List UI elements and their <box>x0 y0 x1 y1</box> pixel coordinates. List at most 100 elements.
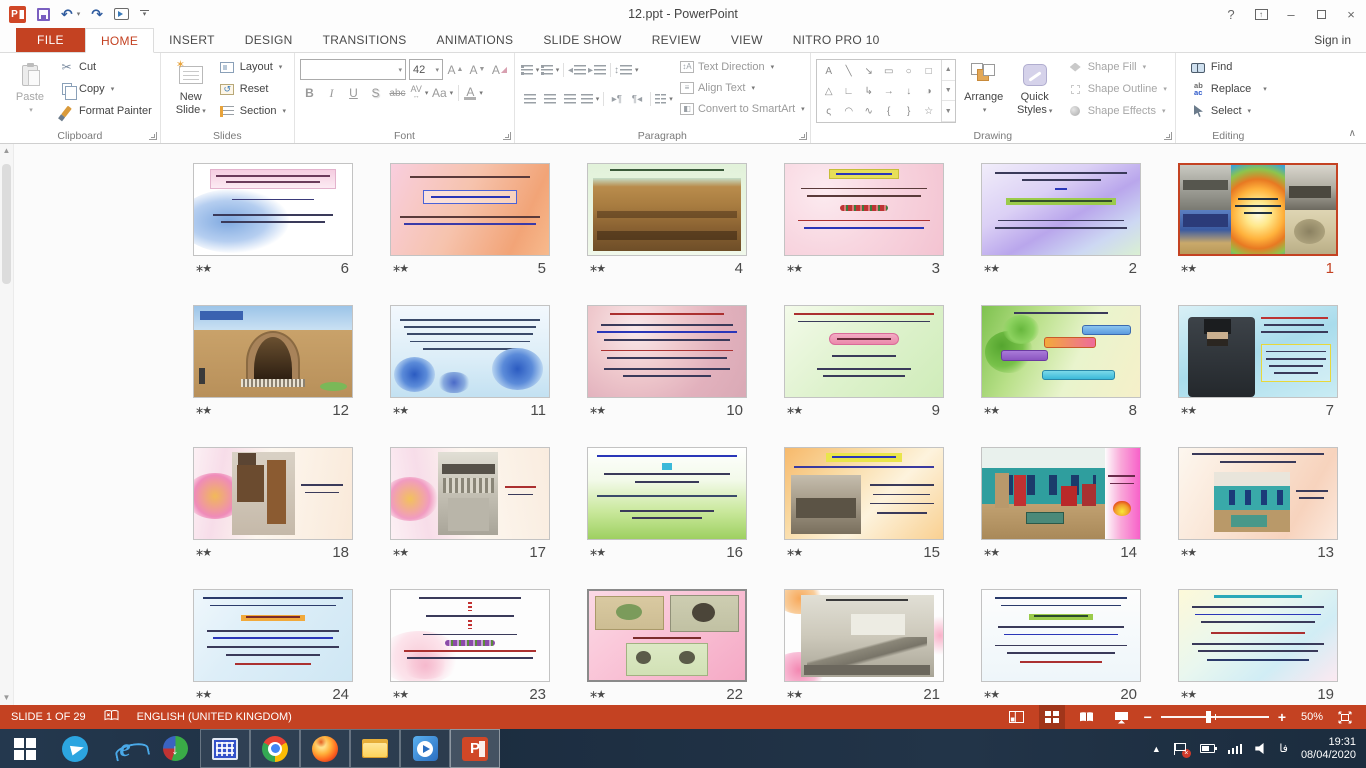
shapes-scroll-up-icon[interactable]: ▲ <box>942 60 955 81</box>
taskbar-chrome[interactable] <box>250 729 300 768</box>
customize-qat-icon[interactable]: ▾ <box>140 10 149 19</box>
help-button[interactable]: ? <box>1216 0 1246 28</box>
clock[interactable]: 19:31 08/04/2020 <box>1301 736 1356 762</box>
quick-styles-button[interactable]: Quick Styles▾ <box>1012 56 1058 127</box>
slide-thumbnail-15[interactable]: ∗★15 <box>784 447 944 589</box>
section-button[interactable]: Section▾ <box>216 100 289 122</box>
slide-thumbnail-6[interactable]: ∗★6 <box>193 163 353 305</box>
clear-formatting-button[interactable]: A◢ <box>490 60 509 80</box>
animation-indicator-icon[interactable]: ∗★ <box>392 546 407 559</box>
slide-thumbnail-20[interactable]: ∗★20 <box>981 589 1141 705</box>
ribbon-display-options-button[interactable]: ↑ <box>1246 0 1276 28</box>
taskbar-file-explorer[interactable] <box>350 729 400 768</box>
paragraph-dialog-launcher[interactable] <box>799 132 807 140</box>
font-color-button[interactable]: A▾ <box>464 83 483 103</box>
shape-effects-button[interactable]: Shape Effects▾ <box>1064 100 1170 122</box>
save-icon[interactable] <box>37 8 50 21</box>
slide-thumbnail-19[interactable]: ∗★19 <box>1178 589 1338 705</box>
volume-icon[interactable] <box>1255 743 1266 754</box>
shape-glyph[interactable]: ς <box>819 101 839 121</box>
shapes-more-icon[interactable]: ▼ <box>942 101 955 122</box>
tab-animations[interactable]: ANIMATIONS <box>422 28 529 52</box>
align-left-button[interactable] <box>520 89 540 109</box>
scrollbar-thumb[interactable] <box>2 164 11 284</box>
shape-glyph[interactable]: △ <box>819 81 839 101</box>
animation-indicator-icon[interactable]: ∗★ <box>195 688 210 701</box>
animation-indicator-icon[interactable]: ∗★ <box>392 262 407 275</box>
animation-indicator-icon[interactable]: ∗★ <box>786 688 801 701</box>
slide-thumbnail-11[interactable]: ∗★11 <box>390 305 550 447</box>
font-size-combo[interactable]: 42▾ <box>409 59 443 80</box>
strikethrough-button[interactable]: abc <box>388 83 407 103</box>
new-slide-button[interactable]: New Slide▾ <box>166 56 216 127</box>
columns-button[interactable]: ▾ <box>654 89 674 109</box>
undo-dropdown-icon[interactable]: ▾ <box>77 10 81 18</box>
arrange-button[interactable]: Arrange ▾ <box>956 56 1012 127</box>
align-center-button[interactable] <box>540 89 560 109</box>
tab-insert[interactable]: INSERT <box>154 28 230 52</box>
slide-thumbnail-1[interactable]: ∗★1 <box>1178 163 1338 305</box>
taskbar-telegram[interactable] <box>50 729 100 768</box>
normal-view-button[interactable] <box>1004 705 1030 729</box>
slide-show-button[interactable] <box>1109 705 1135 729</box>
animation-indicator-icon[interactable]: ∗★ <box>392 404 407 417</box>
bold-button[interactable]: B <box>300 83 319 103</box>
slide-thumbnail-10[interactable]: ∗★10 <box>587 305 747 447</box>
undo-icon[interactable]: ↶ <box>61 7 73 21</box>
shape-fill-button[interactable]: Shape Fill▾ <box>1064 56 1170 78</box>
close-button[interactable]: × <box>1336 0 1366 28</box>
taskbar-media-player[interactable] <box>400 729 450 768</box>
font-dialog-launcher[interactable] <box>503 132 511 140</box>
layout-button[interactable]: Layout▾ <box>216 56 289 78</box>
slide-thumbnail-16[interactable]: ∗★16 <box>587 447 747 589</box>
shape-glyph[interactable]: □ <box>919 61 939 81</box>
powerpoint-app-icon[interactable]: P <box>9 6 26 23</box>
action-center-icon[interactable]: × <box>1174 743 1187 755</box>
line-spacing-button[interactable]: ↕▾ <box>614 60 639 80</box>
text-shadow-button[interactable]: S <box>366 83 385 103</box>
fit-to-window-button[interactable] <box>1332 705 1358 729</box>
replace-button[interactable]: abacReplace▾ <box>1187 78 1270 100</box>
cut-button[interactable]: ✂Cut <box>55 56 155 78</box>
slide-thumbnail-24[interactable]: ∗★24 <box>193 589 353 705</box>
slide-thumbnail-3[interactable]: ∗★3 <box>784 163 944 305</box>
shape-glyph[interactable]: ☆ <box>919 101 939 121</box>
drawing-dialog-launcher[interactable] <box>1164 132 1172 140</box>
paste-button[interactable]: Paste ▾ <box>5 56 55 127</box>
slide-thumbnail-4[interactable]: ∗★4 <box>587 163 747 305</box>
animation-indicator-icon[interactable]: ∗★ <box>983 546 998 559</box>
animation-indicator-icon[interactable]: ∗★ <box>589 688 604 701</box>
justify-button[interactable]: ▾ <box>580 89 600 109</box>
spell-check-icon[interactable] <box>104 709 119 725</box>
italic-button[interactable]: I <box>322 83 341 103</box>
scroll-down-icon[interactable]: ▼ <box>3 691 11 705</box>
animation-indicator-icon[interactable]: ∗★ <box>195 262 210 275</box>
input-language-indicator[interactable]: فا <box>1279 742 1288 755</box>
shapes-scroll-down-icon[interactable]: ▼ <box>942 81 955 102</box>
shape-glyph[interactable]: ◑ <box>919 81 939 101</box>
animation-indicator-icon[interactable]: ∗★ <box>786 404 801 417</box>
shape-glyph[interactable]: { <box>879 101 899 121</box>
tab-view[interactable]: VIEW <box>716 28 778 52</box>
convert-to-smartart-button[interactable]: ◧Convert to SmartArt▾ <box>680 98 805 119</box>
decrease-indent-button[interactable]: ◂ <box>567 60 587 80</box>
zoom-in-button[interactable]: + <box>1278 709 1286 725</box>
select-button[interactable]: Select▾ <box>1187 100 1270 122</box>
minimize-button[interactable]: – <box>1276 0 1306 28</box>
animation-indicator-icon[interactable]: ∗★ <box>786 546 801 559</box>
tab-nitro-pro-10[interactable]: NITRO PRO 10 <box>778 28 895 52</box>
shape-glyph[interactable]: A <box>819 61 839 81</box>
shape-glyph[interactable]: ↘ <box>859 61 879 81</box>
slide-sorter-view-button[interactable] <box>1039 705 1065 729</box>
start-button[interactable] <box>0 729 50 768</box>
slide-thumbnail-12[interactable]: ∗★12 <box>193 305 353 447</box>
slide-thumbnail-5[interactable]: ∗★5 <box>390 163 550 305</box>
right-to-left-button[interactable]: ¶◂ <box>627 89 647 109</box>
clipboard-dialog-launcher[interactable] <box>149 132 157 140</box>
shape-glyph[interactable]: ╲ <box>839 61 859 81</box>
network-signal-icon[interactable] <box>1228 744 1243 754</box>
animation-indicator-icon[interactable]: ∗★ <box>1180 404 1195 417</box>
text-direction-button[interactable]: ↕AText Direction▾ <box>680 56 805 77</box>
sign-in-link[interactable]: Sign in <box>1314 28 1366 52</box>
tab-design[interactable]: DESIGN <box>230 28 308 52</box>
